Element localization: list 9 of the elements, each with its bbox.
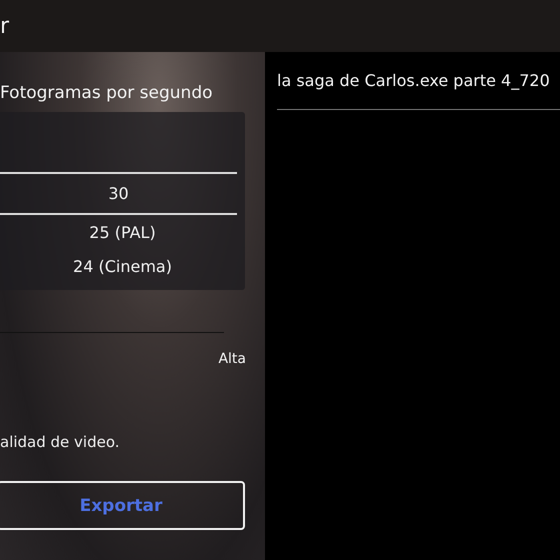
fps-option[interactable]: 30 (0, 174, 237, 215)
fps-option[interactable]: 24 (Cinema) (73, 249, 172, 283)
fps-option[interactable]: 25 (PAL) (89, 215, 156, 249)
fps-label: Fotogramas por segundo (0, 83, 214, 103)
screen-title: r (0, 14, 10, 38)
file-name: la saga de Carlos.exe parte 4_720 (277, 71, 551, 90)
quality-value: Alta (218, 351, 246, 367)
fps-picker[interactable]: 30 25 (PAL) 24 (Cinema) (0, 112, 245, 290)
note-text: alidad de video. (0, 433, 121, 451)
